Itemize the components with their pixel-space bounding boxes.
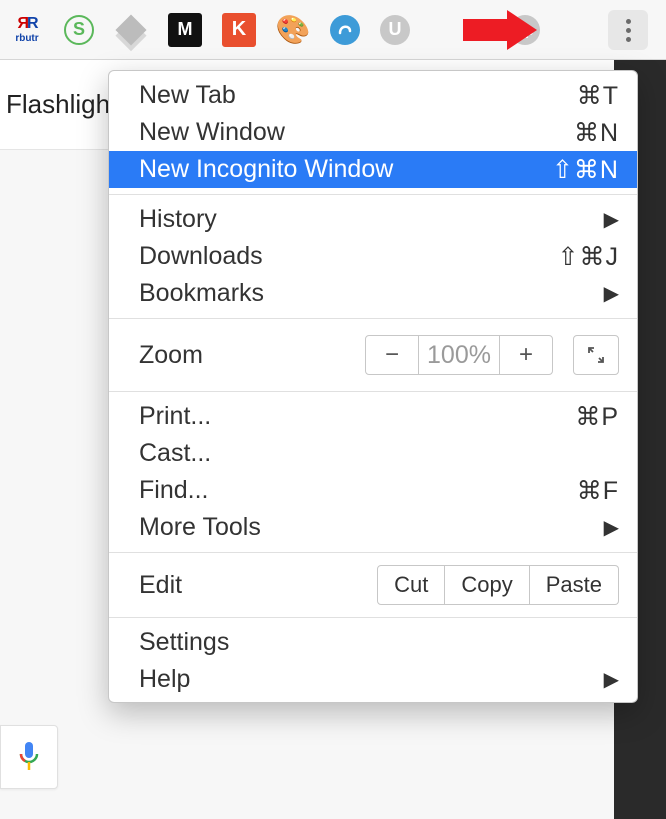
- fullscreen-icon: [586, 345, 606, 365]
- menu-shortcut: ⇧⌘J: [558, 242, 619, 272]
- menu-item-label: New Tab: [139, 81, 236, 110]
- menu-item-new-tab[interactable]: New Tab ⌘T: [109, 77, 637, 114]
- menu-item-new-incognito-window[interactable]: New Incognito Window ⇧⌘N: [109, 151, 637, 188]
- menu-item-downloads[interactable]: Downloads ⇧⌘J: [109, 238, 637, 275]
- menu-shortcut: ⇧⌘N: [552, 155, 619, 185]
- edit-copy-button[interactable]: Copy: [445, 565, 529, 605]
- menu-shortcut: ⌘F: [577, 476, 619, 506]
- extension-u-icon[interactable]: U: [380, 15, 410, 45]
- kebab-dot-icon: [626, 37, 631, 42]
- kebab-dot-icon: [626, 28, 631, 33]
- zoom-value: 100%: [419, 335, 499, 375]
- extension-blue-circle-icon[interactable]: [330, 15, 360, 45]
- menu-divider: [109, 391, 637, 392]
- menu-item-more-tools[interactable]: More Tools ▶: [109, 509, 637, 546]
- fullscreen-button[interactable]: [573, 335, 619, 375]
- extension-circle-s-icon[interactable]: S: [64, 15, 94, 45]
- menu-item-find[interactable]: Find... ⌘F: [109, 472, 637, 509]
- submenu-arrow-icon: ▶: [604, 667, 619, 692]
- edit-cut-button[interactable]: Cut: [377, 565, 445, 605]
- menu-shortcut: ⌘T: [577, 81, 619, 111]
- menu-item-label: New Window: [139, 118, 285, 147]
- menu-item-history[interactable]: History ▶: [109, 201, 637, 238]
- menu-item-cast[interactable]: Cast...: [109, 435, 637, 472]
- menu-item-new-window[interactable]: New Window ⌘N: [109, 114, 637, 151]
- menu-item-label: History: [139, 205, 217, 234]
- extension-k-icon[interactable]: K: [222, 13, 256, 47]
- browser-toolbar: ЯR rbutr S M K 🎨 U dp: [0, 0, 666, 60]
- menu-divider: [109, 318, 637, 319]
- menu-item-label: Settings: [139, 628, 229, 657]
- menu-item-label: Help: [139, 665, 190, 694]
- menu-item-settings[interactable]: Settings: [109, 624, 637, 661]
- menu-item-label: Edit: [139, 571, 182, 600]
- extension-m-icon[interactable]: M: [168, 13, 202, 47]
- zoom-out-button[interactable]: −: [365, 335, 419, 375]
- annotation-red-arrow: [463, 10, 538, 50]
- menu-item-label: New Incognito Window: [139, 155, 393, 184]
- menu-divider: [109, 552, 637, 553]
- menu-item-label: More Tools: [139, 513, 261, 542]
- voice-search-button[interactable]: [0, 725, 58, 789]
- zoom-in-button[interactable]: +: [499, 335, 553, 375]
- submenu-arrow-icon: ▶: [604, 281, 619, 306]
- menu-item-help[interactable]: Help ▶: [109, 661, 637, 698]
- menu-divider: [109, 194, 637, 195]
- menu-item-bookmarks[interactable]: Bookmarks ▶: [109, 275, 637, 312]
- menu-item-label: Cast...: [139, 439, 211, 468]
- extension-rbutr-icon[interactable]: ЯR rbutr: [10, 13, 44, 47]
- menu-shortcut: ⌘N: [574, 118, 619, 148]
- menu-item-label: Find...: [139, 476, 208, 505]
- menu-shortcut: ⌘P: [575, 402, 619, 432]
- microphone-icon: [16, 740, 42, 774]
- menu-item-print[interactable]: Print... ⌘P: [109, 398, 637, 435]
- menu-item-edit: Edit Cut Copy Paste: [109, 559, 637, 611]
- menu-divider: [109, 617, 637, 618]
- chrome-main-menu: New Tab ⌘T New Window ⌘N New Incognito W…: [108, 70, 638, 703]
- edit-paste-button[interactable]: Paste: [530, 565, 619, 605]
- menu-item-label: Downloads: [139, 242, 263, 271]
- chrome-menu-button[interactable]: [608, 10, 648, 50]
- extension-palette-icon[interactable]: 🎨: [276, 13, 310, 47]
- menu-item-label: Bookmarks: [139, 279, 264, 308]
- submenu-arrow-icon: ▶: [604, 515, 619, 540]
- extension-diamond-icon[interactable]: [114, 13, 148, 47]
- submenu-arrow-icon: ▶: [604, 207, 619, 232]
- menu-item-zoom: Zoom − 100% +: [109, 325, 637, 385]
- menu-item-label: Zoom: [139, 341, 203, 370]
- kebab-dot-icon: [626, 19, 631, 24]
- menu-item-label: Print...: [139, 402, 211, 431]
